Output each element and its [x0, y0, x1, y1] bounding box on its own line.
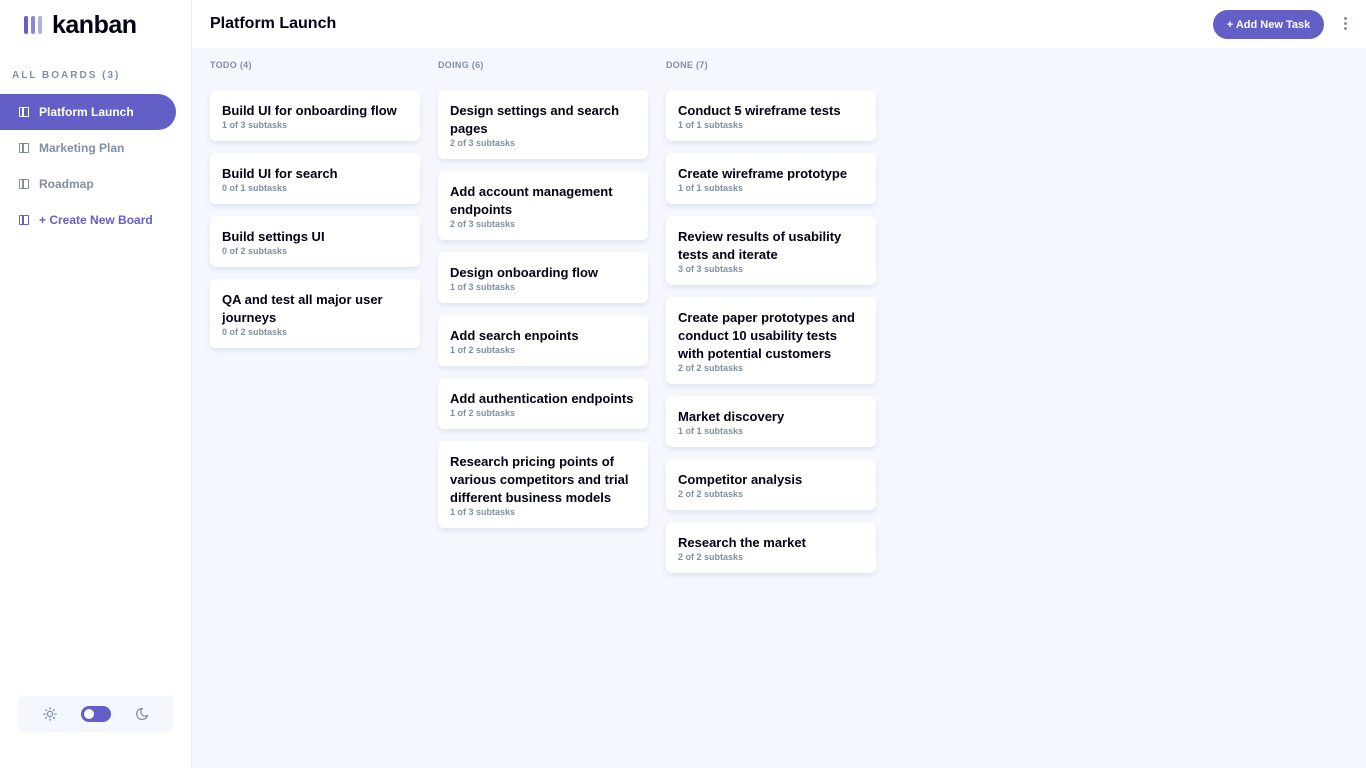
- task-card[interactable]: Create paper prototypes and conduct 10 u…: [666, 297, 876, 384]
- board-item-platform-launch[interactable]: Platform Launch: [0, 94, 176, 130]
- column-doing: DOING (6) Design settings and search pag…: [438, 60, 648, 540]
- add-new-task-button[interactable]: + Add New Task: [1213, 10, 1324, 39]
- task-subtasks: 1 of 3 subtasks: [222, 120, 288, 130]
- task-title: Review results of usability tests and it…: [678, 229, 842, 262]
- task-card[interactable]: Research pricing points of various compe…: [438, 441, 648, 528]
- task-subtasks: 2 of 2 subtasks: [678, 363, 744, 373]
- task-title: QA and test all major user journeys: [222, 292, 383, 325]
- task-title: Build UI for onboarding flow: [222, 103, 397, 118]
- task-card[interactable]: Build UI for search 0 of 1 subtasks: [210, 153, 420, 204]
- task-card[interactable]: Build settings UI 0 of 2 subtasks: [210, 216, 420, 267]
- task-title: Create paper prototypes and conduct 10 u…: [678, 310, 855, 361]
- task-subtasks: 1 of 3 subtasks: [450, 507, 516, 517]
- task-card[interactable]: Design settings and search pages 2 of 3 s…: [438, 90, 648, 159]
- logo: kanban: [24, 10, 137, 39]
- task-title: Market discovery: [678, 409, 785, 424]
- task-title: Competitor analysis: [678, 472, 803, 487]
- task-subtasks: 0 of 2 subtasks: [222, 246, 288, 256]
- task-title: Research the market: [678, 535, 806, 550]
- board-item-label: Platform Launch: [39, 105, 134, 119]
- kanban-logo-icon: [24, 16, 42, 34]
- theme-toggle[interactable]: [80, 706, 111, 722]
- page-title: Platform Launch: [210, 15, 337, 32]
- task-card[interactable]: Research the market 2 of 2 subtasks: [666, 522, 876, 573]
- task-title: Conduct 5 wireframe tests: [678, 103, 841, 118]
- task-title: Research pricing points of various compe…: [450, 454, 629, 505]
- task-card[interactable]: Add search enpoints 1 of 2 subtasks: [438, 315, 648, 366]
- task-card[interactable]: Review results of usability tests and it…: [666, 216, 876, 285]
- board-item-roadmap[interactable]: Roadmap: [0, 166, 176, 202]
- task-card[interactable]: Conduct 5 wireframe tests 1 of 1 subtasks: [666, 90, 876, 141]
- task-subtasks: 2 of 3 subtasks: [450, 138, 516, 148]
- task-subtasks: 1 of 2 subtasks: [450, 408, 516, 418]
- vertical-ellipsis-icon[interactable]: [1342, 17, 1348, 31]
- task-card[interactable]: Create wireframe prototype 1 of 1 subtask…: [666, 153, 876, 204]
- board-icon: [19, 215, 29, 225]
- board-item-marketing-plan[interactable]: Marketing Plan: [0, 130, 176, 166]
- task-subtasks: 0 of 1 subtasks: [222, 183, 288, 193]
- task-subtasks: 1 of 1 subtasks: [678, 183, 744, 193]
- task-title: Add authentication endpoints: [450, 391, 634, 406]
- task-subtasks: 1 of 3 subtasks: [450, 282, 516, 292]
- task-card[interactable]: Add authentication endpoints 1 of 2 subta…: [438, 378, 648, 429]
- task-subtasks: 1 of 1 subtasks: [678, 426, 744, 436]
- task-title: Build settings UI: [222, 229, 325, 244]
- toggle-knob: [83, 709, 94, 719]
- task-subtasks: 1 of 2 subtasks: [450, 345, 516, 355]
- column-done: DONE (7) Conduct 5 wireframe tests 1 of 1…: [666, 60, 876, 585]
- column-title: DOING (6): [438, 60, 484, 70]
- task-subtasks: 0 of 2 subtasks: [222, 327, 288, 337]
- task-card[interactable]: Competitor analysis 2 of 2 subtasks: [666, 459, 876, 510]
- task-subtasks: 2 of 2 subtasks: [678, 489, 744, 499]
- task-subtasks: 3 of 3 subtasks: [678, 264, 744, 274]
- task-title: Design settings and search pages: [450, 103, 620, 136]
- task-card[interactable]: QA and test all major user journeys 0 of …: [210, 279, 420, 348]
- task-subtasks: 2 of 3 subtasks: [450, 219, 516, 229]
- task-title: Create wireframe prototype: [678, 166, 848, 181]
- task-card[interactable]: Design onboarding flow 1 of 3 subtasks: [438, 252, 648, 303]
- task-title: Build UI for search: [222, 166, 338, 181]
- task-title: Add account management endpoints: [450, 184, 613, 217]
- task-title: Design onboarding flow: [450, 265, 599, 280]
- column-title: DONE (7): [666, 60, 708, 70]
- board-icon: [19, 143, 29, 153]
- board-icon: [19, 179, 29, 189]
- create-board-label: + Create New Board: [39, 213, 153, 227]
- header: Platform Launch + Add New Task: [192, 0, 1366, 48]
- all-boards-heading: ALL BOARDS (3): [12, 70, 121, 81]
- moon-icon: [135, 707, 149, 721]
- board-item-label: Marketing Plan: [39, 141, 125, 155]
- column-title: TODO (4): [210, 60, 252, 70]
- task-card[interactable]: Market discovery 1 of 1 subtasks: [666, 396, 876, 447]
- sun-icon: [42, 707, 57, 721]
- column-todo: TODO (4) Build UI for onboarding flow 1 o…: [210, 60, 420, 360]
- theme-switcher: [18, 696, 173, 732]
- task-subtasks: 2 of 2 subtasks: [678, 552, 744, 562]
- task-card[interactable]: Build UI for onboarding flow 1 of 3 subta…: [210, 90, 420, 141]
- sidebar: kanban ALL BOARDS (3) Platform Launch Ma…: [0, 0, 192, 768]
- board-list: Platform Launch Marketing Plan Roadmap +…: [0, 94, 176, 238]
- create-new-board-button[interactable]: + Create New Board: [0, 202, 176, 238]
- logo-text: kanban: [52, 10, 137, 39]
- task-title: Add search enpoints: [450, 328, 579, 343]
- board-icon: [19, 107, 29, 117]
- task-subtasks: 1 of 1 subtasks: [678, 120, 744, 130]
- task-card[interactable]: Add account management endpoints 2 of 3 s…: [438, 171, 648, 240]
- board-item-label: Roadmap: [39, 177, 94, 191]
